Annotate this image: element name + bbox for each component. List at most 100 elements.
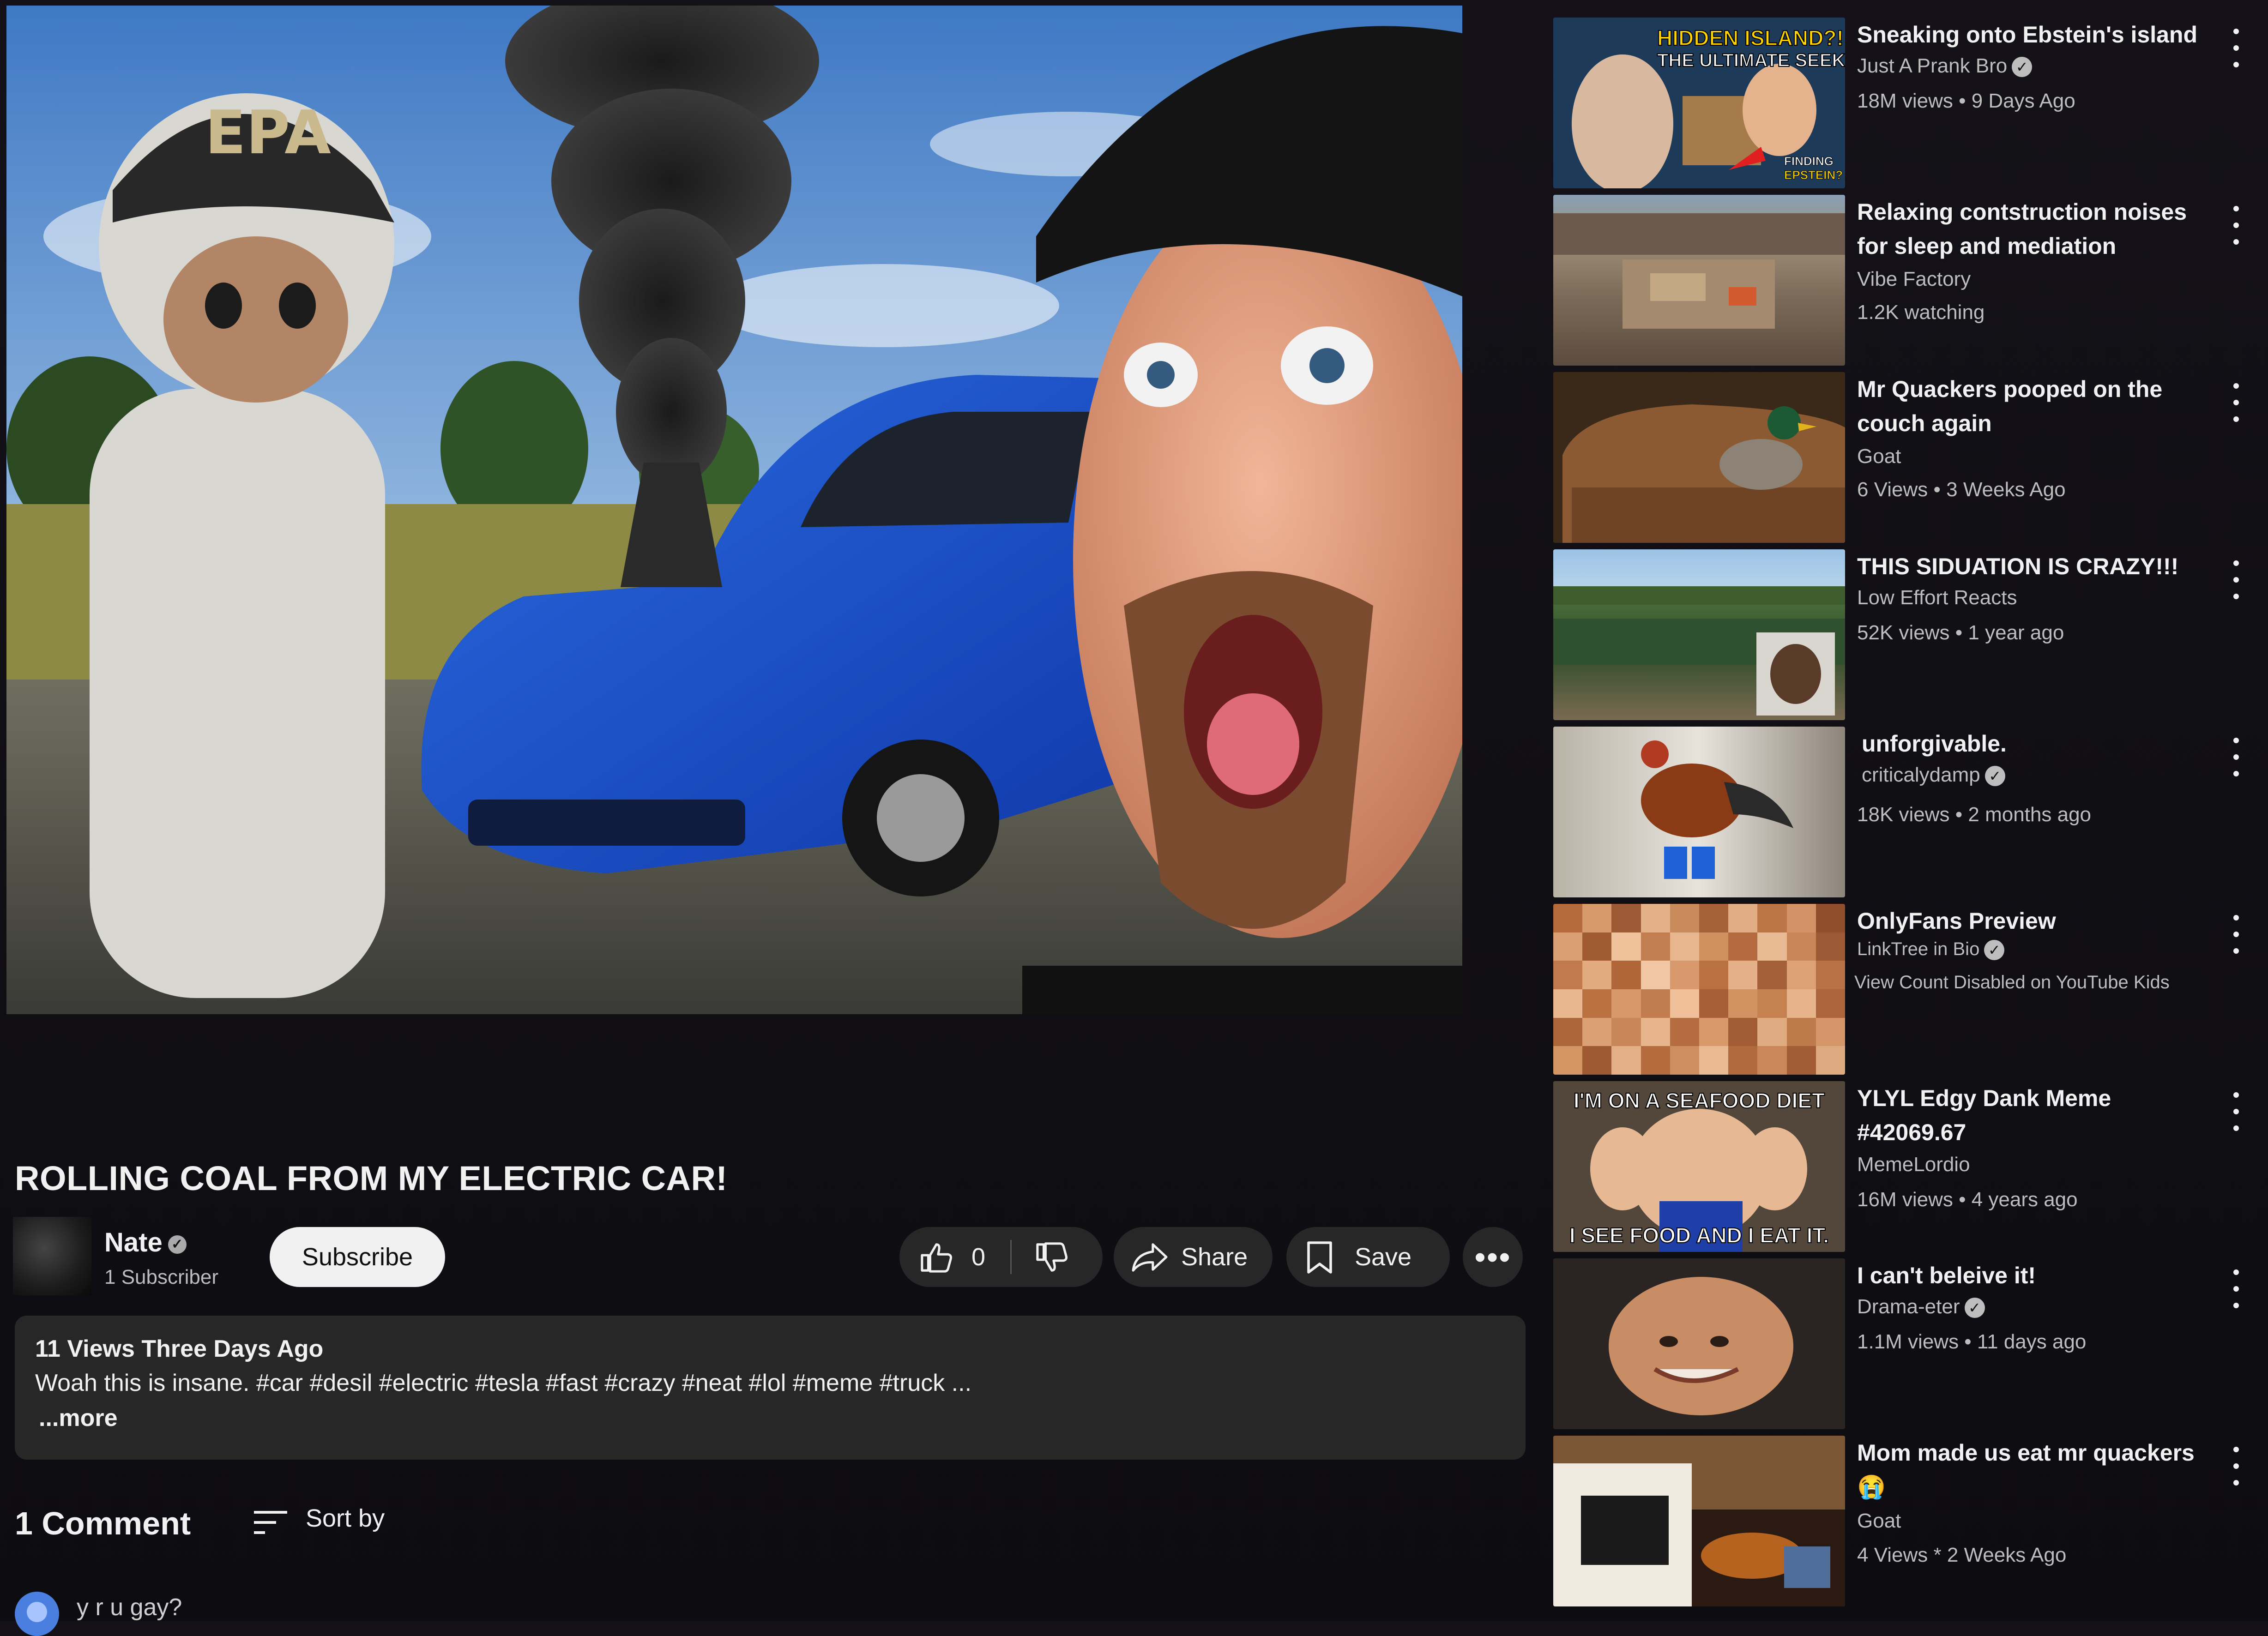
- recommendation-stats: View Count Disabled on YouTube Kids: [1854, 972, 2170, 992]
- recommendation-title[interactable]: Mr Quackers pooped on the couch again: [1857, 372, 2222, 440]
- save-button[interactable]: Save: [1286, 1227, 1450, 1287]
- recommendation-channel[interactable]: Drama-eter ✓: [1857, 1295, 1985, 1318]
- recommendation-item[interactable]: HIDDEN ISLAND?! THE ULTIMATE SEEK! FINDI…: [1542, 18, 2262, 188]
- share-button[interactable]: Share: [1114, 1227, 1273, 1287]
- share-arrow-icon: [1132, 1243, 1168, 1272]
- recommendation-title[interactable]: unforgivable.: [1862, 727, 2226, 761]
- share-label: Share: [1181, 1243, 1248, 1271]
- recommendation-title[interactable]: I can't beleive it!: [1857, 1258, 2222, 1293]
- thumbnail-art: I'M ON A SEAFOOD DIET I SEE FOOD AND I E…: [1553, 1081, 1845, 1252]
- recommendation-channel-name[interactable]: Drama-eter: [1857, 1295, 1960, 1318]
- save-label: Save: [1355, 1243, 1412, 1271]
- vertical-dots-icon[interactable]: [2229, 29, 2243, 70]
- thumbs-up-icon[interactable]: [918, 1241, 955, 1273]
- video-player[interactable]: EPA: [6, 6, 1462, 1014]
- recommendation-item[interactable]: Relaxing contstruction noises for sleep …: [1542, 195, 2262, 366]
- recommendation-channel[interactable]: criticalydamp ✓: [1862, 764, 2005, 787]
- verified-icon: ✓: [2012, 57, 2033, 78]
- recommendation-title[interactable]: Sneaking onto Ebstein's island: [1857, 18, 2222, 52]
- video-title: ROLLING COAL FROM MY ELECTRIC CAR!: [15, 1159, 728, 1197]
- thumbnail-art: [1553, 586, 1845, 716]
- vertical-dots-icon[interactable]: [2229, 206, 2243, 247]
- recommendation-item[interactable]: Mr Quackers pooped on the couch again Go…: [1542, 372, 2262, 543]
- recommendation-item[interactable]: unforgivable. criticalydamp ✓ 18K views •…: [1542, 727, 2262, 897]
- subscribe-button[interactable]: Subscribe: [270, 1227, 445, 1287]
- like-dislike-group: 0: [899, 1227, 1103, 1287]
- vertical-dots-icon[interactable]: [2229, 1447, 2243, 1488]
- more-actions-button[interactable]: •••: [1463, 1227, 1523, 1287]
- recommendation-channel-name[interactable]: Just A Prank Bro: [1857, 54, 2007, 77]
- recommendation-channel[interactable]: Low Effort Reacts: [1857, 586, 2017, 609]
- recommendation-title[interactable]: THIS SIDUATION IS CRAZY!!!: [1857, 549, 2222, 583]
- recommendation-stats: 4 Views * 2 Weeks Ago: [1857, 1544, 2067, 1566]
- recommendation-channel-name[interactable]: criticalydamp: [1862, 764, 1980, 786]
- recommendation-channel[interactable]: MemeLordio: [1857, 1153, 1970, 1176]
- recommendation-stats: 16M views • 4 years ago: [1857, 1188, 2078, 1211]
- thumbnail-art: [1553, 372, 1845, 543]
- recommendation-title[interactable]: Relaxing contstruction noises for sleep …: [1857, 195, 2222, 263]
- vertical-dots-icon[interactable]: [2229, 1092, 2243, 1134]
- thumbs-down-icon[interactable]: [1033, 1242, 1070, 1274]
- recommendation-channel[interactable]: Vibe Factory: [1857, 268, 1971, 291]
- recommendation-item[interactable]: THIS SIDUATION IS CRAZY!!! Low Effort Re…: [1542, 549, 2262, 720]
- sort-by-label: Sort by: [306, 1504, 385, 1532]
- verified-icon: ✓: [1984, 940, 2005, 961]
- verified-icon: ✓: [1984, 766, 2005, 787]
- recommendation-channel[interactable]: Goat: [1857, 1510, 1901, 1533]
- recommendation-item[interactable]: I can't beleive it! Drama-eter ✓ 1.1M vie…: [1542, 1258, 2262, 1429]
- recommendation-item[interactable]: Mom made us eat mr quackers 😭 Goat 4 Vie…: [1542, 1436, 2262, 1606]
- recommendation-title[interactable]: OnlyFans Preview: [1857, 904, 2222, 938]
- comment-count: 1 Comment: [15, 1505, 191, 1541]
- comment-text: y r u gay?: [77, 1594, 182, 1621]
- recommendation-thumbnail[interactable]: [1553, 1436, 1845, 1606]
- recommendation-channel-name[interactable]: LinkTree in Bio: [1857, 939, 1979, 959]
- recommendation-channel[interactable]: Goat: [1857, 445, 1901, 468]
- meme-caption-top: I'M ON A SEAFOOD DIET: [1574, 1089, 1825, 1113]
- recommendation-item[interactable]: OnlyFans Preview LinkTree in Bio ✓ View C…: [1542, 904, 2262, 1075]
- vertical-dots-icon[interactable]: [2229, 915, 2243, 956]
- recommendation-thumbnail[interactable]: HIDDEN ISLAND?! THE ULTIMATE SEEK! FINDI…: [1553, 18, 1845, 188]
- channel-name-wrap[interactable]: Nate ✓: [104, 1227, 187, 1258]
- recommendation-channel[interactable]: LinkTree in Bio ✓: [1857, 939, 2005, 961]
- vertical-dots-icon[interactable]: [2229, 383, 2243, 425]
- recommendation-stats: 6 Views • 3 Weeks Ago: [1857, 478, 2066, 501]
- thumbnail-cap-text: EPA: [205, 97, 331, 168]
- recommendation-thumbnail[interactable]: [1553, 549, 1845, 720]
- thumbnail-art: HIDDEN ISLAND?! THE ULTIMATE SEEK! FINDI…: [1553, 18, 1845, 188]
- thumbnail-art: [1553, 213, 1845, 329]
- recommendation-item[interactable]: I'M ON A SEAFOOD DIET I SEE FOOD AND I E…: [1542, 1081, 2262, 1252]
- recommendation-stats: 52K views • 1 year ago: [1857, 621, 2064, 644]
- recommendation-thumbnail[interactable]: [1553, 372, 1845, 543]
- channel-name[interactable]: Nate: [104, 1227, 163, 1257]
- description-more-link[interactable]: ...more: [39, 1401, 118, 1436]
- channel-avatar[interactable]: [13, 1217, 91, 1295]
- bookmark-icon: [1307, 1241, 1332, 1274]
- verified-icon: ✓: [1964, 1298, 1985, 1318]
- recommendation-thumbnail[interactable]: [1553, 195, 1845, 366]
- recommendation-thumbnail[interactable]: [1553, 1258, 1845, 1429]
- recommendation-channel[interactable]: Just A Prank Bro ✓: [1857, 54, 2033, 78]
- thumbnail-caption-1: HIDDEN ISLAND?!: [1657, 26, 1844, 50]
- recommendation-stats: 1.2K watching: [1857, 301, 1985, 324]
- vertical-dots-icon[interactable]: [2229, 1269, 2243, 1311]
- thumbnail-art: [1641, 740, 1793, 879]
- meme-caption-bottom: I SEE FOOD AND I EAT IT.: [1569, 1223, 1829, 1247]
- recommendation-thumbnail[interactable]: [1553, 904, 1845, 1075]
- description-box[interactable]: 11 Views Three Days Ago Woah this is ins…: [15, 1316, 1526, 1460]
- comment-avatar[interactable]: [15, 1592, 59, 1636]
- thumbnail-caption-4: EPSTEIN?: [1784, 168, 1843, 182]
- vertical-dots-icon[interactable]: [2229, 560, 2243, 602]
- video-meta: 11 Views Three Days Ago: [35, 1335, 324, 1362]
- thumbnail-art: [1553, 1436, 1845, 1606]
- recommendation-thumbnail[interactable]: I'M ON A SEAFOOD DIET I SEE FOOD AND I E…: [1553, 1081, 1845, 1252]
- channel-row: Nate ✓ 1 Subscriber Subscribe 0 Share Sav…: [13, 1217, 1527, 1295]
- thumbnail-caption-2: THE ULTIMATE SEEK!: [1657, 50, 1845, 71]
- sort-lines-icon: [254, 1511, 287, 1534]
- recommendation-title[interactable]: Mom made us eat mr quackers 😭: [1857, 1436, 2222, 1504]
- recommendation-title[interactable]: YLYL Edgy Dank Meme #42069.67: [1857, 1081, 2222, 1149]
- vertical-dots-icon[interactable]: [2229, 738, 2243, 779]
- pixelated-thumbnail: [1553, 904, 1845, 1075]
- like-divider: [1010, 1240, 1012, 1274]
- recommendation-thumbnail[interactable]: [1553, 727, 1845, 897]
- description-text: Woah this is insane. #car #desil #electr…: [35, 1370, 972, 1396]
